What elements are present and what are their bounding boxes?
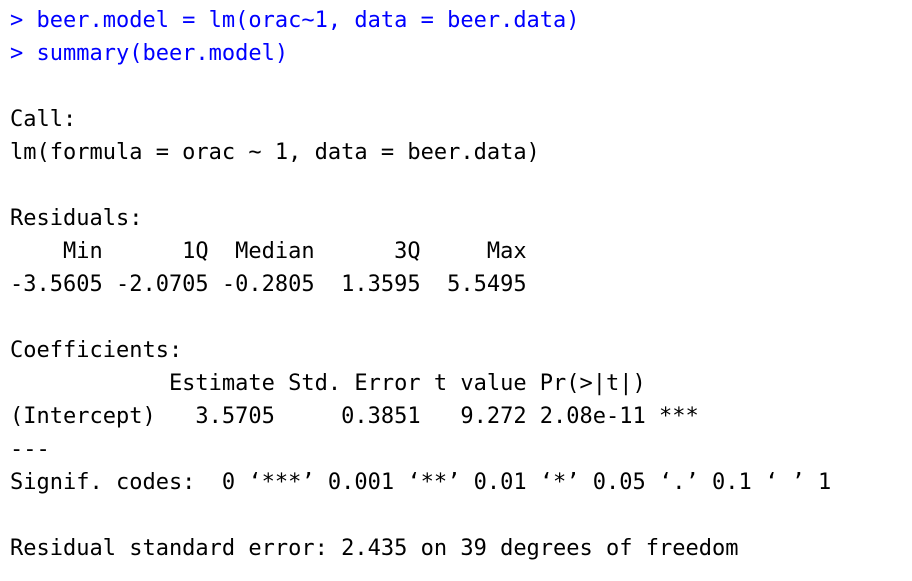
coefficients-header-row: Estimate Std. Error t value Pr(>|t|) [10, 371, 699, 396]
residuals-heading: Residuals: [10, 206, 143, 231]
residuals-values-row: -3.5605 -2.0705 -0.2805 1.3595 5.5495 [10, 272, 540, 297]
command-line-summary: > summary(beer.model) [10, 41, 289, 66]
residuals-header-row: Min 1Q Median 3Q Max [10, 239, 540, 264]
call-formula: lm(formula = orac ~ 1, data = beer.data) [10, 140, 540, 165]
r-console[interactable]: > beer.model = lm(orac~1, data = beer.da… [0, 0, 912, 581]
coefficients-heading: Coefficients: [10, 338, 183, 363]
residual-standard-error-line: Residual standard error: 2.435 on 39 deg… [10, 536, 739, 561]
call-heading: Call: [10, 107, 77, 132]
command-line-lm: > beer.model = lm(orac~1, data = beer.da… [10, 8, 580, 33]
signif-codes-line: Signif. codes: 0 ‘***’ 0.001 ‘**’ 0.01 ‘… [10, 470, 832, 495]
coefficients-intercept-row: (Intercept) 3.5705 0.3851 9.272 2.08e-11… [10, 404, 699, 429]
separator-line: --- [10, 437, 50, 462]
